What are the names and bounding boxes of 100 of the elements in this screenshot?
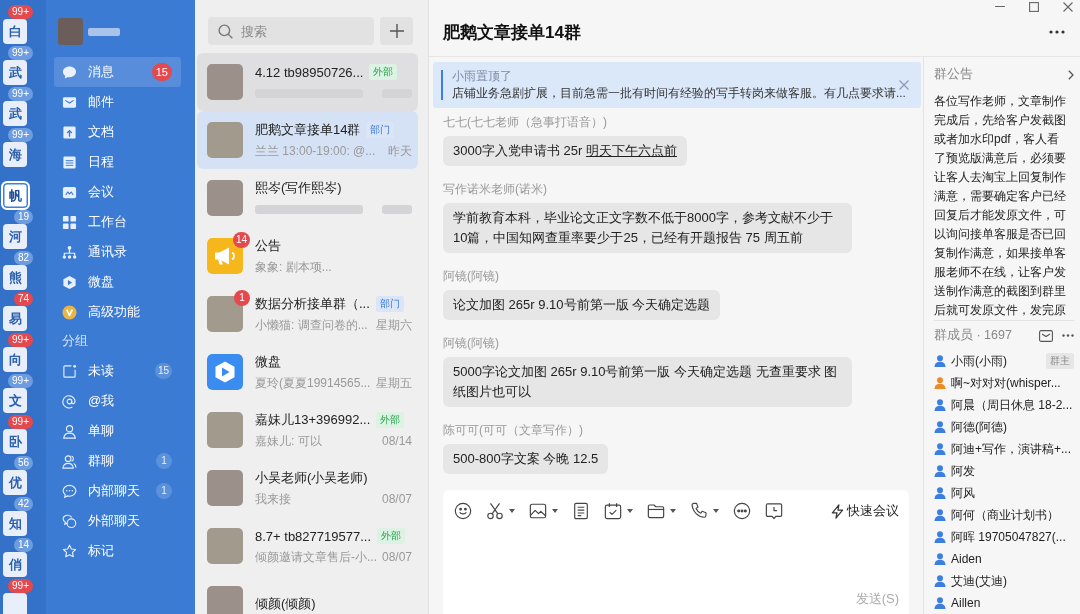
sidebar-item[interactable]: 会议: [54, 177, 181, 207]
folder-icon[interactable]: [647, 502, 665, 520]
search-field[interactable]: 搜索: [208, 17, 374, 45]
workspace-tile[interactable]: 知: [3, 511, 27, 536]
sidebar-item[interactable]: 群聊 1: [54, 446, 181, 476]
caret-icon[interactable]: [552, 509, 558, 513]
workspace-tile[interactable]: 河: [3, 224, 27, 249]
redacted-time: [382, 204, 412, 214]
caret-icon[interactable]: [627, 509, 633, 513]
grid-icon: [62, 214, 77, 230]
chat-item[interactable]: 小吴老师(小吴老师) 我来接 08/07: [197, 459, 418, 517]
time-link[interactable]: 明天下午六点前: [585, 143, 677, 158]
sidebar-item[interactable]: 标记: [54, 536, 181, 566]
more-circle-icon[interactable]: [733, 502, 751, 520]
square-dot-icon: [62, 363, 77, 379]
chat-tag: 外部: [376, 412, 405, 428]
chat-item[interactable]: 熙岑(写作熙岑): [197, 169, 418, 227]
chat-item[interactable]: 14 公告 象象: 剧本项...: [197, 227, 418, 285]
message-input-box[interactable]: 快速会议 发送(S): [443, 490, 909, 614]
member-name[interactable]: 阿何（商业计划书）: [951, 506, 1059, 524]
count-badge: 1: [156, 483, 172, 499]
sidebar-item[interactable]: 日程: [54, 147, 181, 177]
close-icon[interactable]: [1063, 1, 1073, 12]
member-name[interactable]: 艾迪(艾迪): [951, 572, 1007, 590]
calendar-check-icon[interactable]: [604, 502, 622, 520]
sidebar-item[interactable]: 内部聊天 1: [54, 476, 181, 506]
image-icon[interactable]: [529, 502, 547, 520]
chat-item[interactable]: 倾颜(倾颜): [197, 575, 418, 614]
member-name[interactable]: Aillen: [951, 596, 981, 610]
member-name[interactable]: 阿迪+写作，演讲稿+...: [951, 440, 1072, 458]
member-name[interactable]: 阿发: [951, 462, 975, 480]
chat-item[interactable]: 8.7+ tb827719577... 外部 倾颜邀请文章售后-小... 08/07: [197, 517, 418, 575]
sidebar-item[interactable]: 微盘: [54, 267, 181, 297]
chat-item[interactable]: 微盘 夏玲(夏夏19914565... 星期五: [197, 343, 418, 401]
chevron-right-icon[interactable]: [1068, 69, 1074, 80]
workspace-tile[interactable]: 帆: [1, 181, 30, 210]
workspace-tile[interactable]: 白: [3, 19, 27, 44]
chat-preview: 夏玲(夏夏19914565...: [255, 374, 370, 392]
minimize-icon[interactable]: [995, 5, 1005, 8]
sidebar-item[interactable]: 未读 15: [54, 356, 181, 386]
workspace-tile[interactable]: 武: [3, 101, 27, 126]
workspace-tile[interactable]: 海: [3, 142, 27, 167]
sidebar-item[interactable]: @我: [54, 386, 181, 416]
chat-item[interactable]: 嘉妹儿13+396992... 外部 嘉妹儿: 可以 08/14: [197, 401, 418, 459]
clock-bubble-icon[interactable]: [765, 502, 783, 520]
photo-placeholder: [207, 180, 243, 216]
chat-preview: 小懒猫: 调查问卷的...: [255, 316, 369, 334]
sidebar-item[interactable]: 消息 15: [54, 57, 181, 87]
chat-name: 8.7+ tb827719577...: [255, 528, 372, 544]
message-bubble: 3000字入党申请书 25r 明天下午六点前: [443, 136, 687, 166]
chat-item[interactable]: 4.12 tb98950726... 外部: [197, 53, 418, 111]
sidebar-item[interactable]: 邮件: [54, 87, 181, 117]
member-name[interactable]: 阿风: [951, 484, 975, 502]
sidebar-item[interactable]: 工作台: [54, 207, 181, 237]
caret-icon[interactable]: [713, 509, 719, 513]
phone-icon[interactable]: [690, 502, 708, 520]
chat-item[interactable]: 肥鹅文章接单14群 部门 兰兰 13:00-19:00: @... 昨天: [197, 111, 418, 169]
workspace-tile[interactable]: 卧: [3, 429, 27, 454]
announcement-text: 各位写作老师，文章制作完成后，先给客户发截图或者加水印pdf，客人看了预览版满意后，必须要让客人去淘宝上回复制作满意，需要确定客户已经回复后才能发原文件，可以询问接单客服是否已回复制作满意，如果接单客服老师不在线，让客户发送制作满意的截图到群里后就可发原文件，发完原: [934, 93, 1067, 319]
sidebar-item[interactable]: 通讯录: [54, 237, 181, 267]
quick-meeting-button[interactable]: 快速会议: [831, 502, 899, 520]
workspace-tile[interactable]: 武: [3, 60, 27, 85]
chat-tag: 部门: [375, 296, 404, 312]
sidebar-item[interactable]: 单聊: [54, 416, 181, 446]
sidebar-item[interactable]: 高级功能: [54, 297, 181, 327]
workspace-tile[interactable]: 俏: [3, 552, 27, 577]
member-name[interactable]: 阿德(阿德): [951, 418, 1007, 436]
add-button[interactable]: [380, 17, 413, 45]
smiley-icon[interactable]: [454, 502, 472, 520]
more-icon[interactable]: [1062, 334, 1074, 337]
workspace-tile[interactable]: 向: [3, 347, 27, 372]
envelope-icon[interactable]: [1039, 329, 1053, 342]
sidebar-item[interactable]: 外部聊天: [54, 506, 181, 536]
member-name[interactable]: 阿晖 19705047827(...: [951, 528, 1066, 546]
pinned-banner[interactable]: 小雨置顶了 店铺业务急剧扩展，目前急需一批有时间有经验的写手转岗来做客服。有几点要求请...: [433, 62, 921, 108]
at-sign-icon: [62, 393, 77, 409]
caret-icon[interactable]: [670, 509, 676, 513]
count-badge: 99+: [8, 5, 33, 19]
chat-preview: 嘉妹儿: 可以: [255, 432, 323, 450]
workspace-tile[interactable]: 文: [3, 388, 27, 413]
chat-item[interactable]: 1 数据分析接单群（... 部门 小懒猫: 调查问卷的... 星期六: [197, 285, 418, 343]
workspace-tile[interactable]: 优: [3, 470, 27, 495]
member-name[interactable]: 阿晨（周日休息 18-2...: [951, 396, 1073, 414]
member-name[interactable]: 小雨(小雨): [951, 352, 1007, 370]
workspace-tile[interactable]: 易: [3, 306, 27, 331]
chat-tag: 部门: [366, 122, 395, 138]
hexagon-logo-icon: [62, 274, 77, 290]
member-name[interactable]: Aiden: [951, 552, 982, 566]
sidebar-item[interactable]: 文档: [54, 117, 181, 147]
scissors-icon[interactable]: [486, 502, 504, 520]
maximize-icon[interactable]: [1029, 1, 1039, 12]
document-icon[interactable]: [572, 502, 590, 520]
member-name[interactable]: 啊~对对对(whisper...: [951, 374, 1061, 392]
caret-icon[interactable]: [509, 509, 515, 513]
chat-preview: 我来接: [255, 490, 292, 508]
more-icon[interactable]: [1049, 30, 1065, 34]
workspace-tile[interactable]: 熊: [3, 265, 27, 290]
count-badge: 56: [13, 456, 33, 470]
workspace-tile[interactable]: [3, 593, 27, 614]
photo-collage-placeholder: [207, 528, 243, 564]
